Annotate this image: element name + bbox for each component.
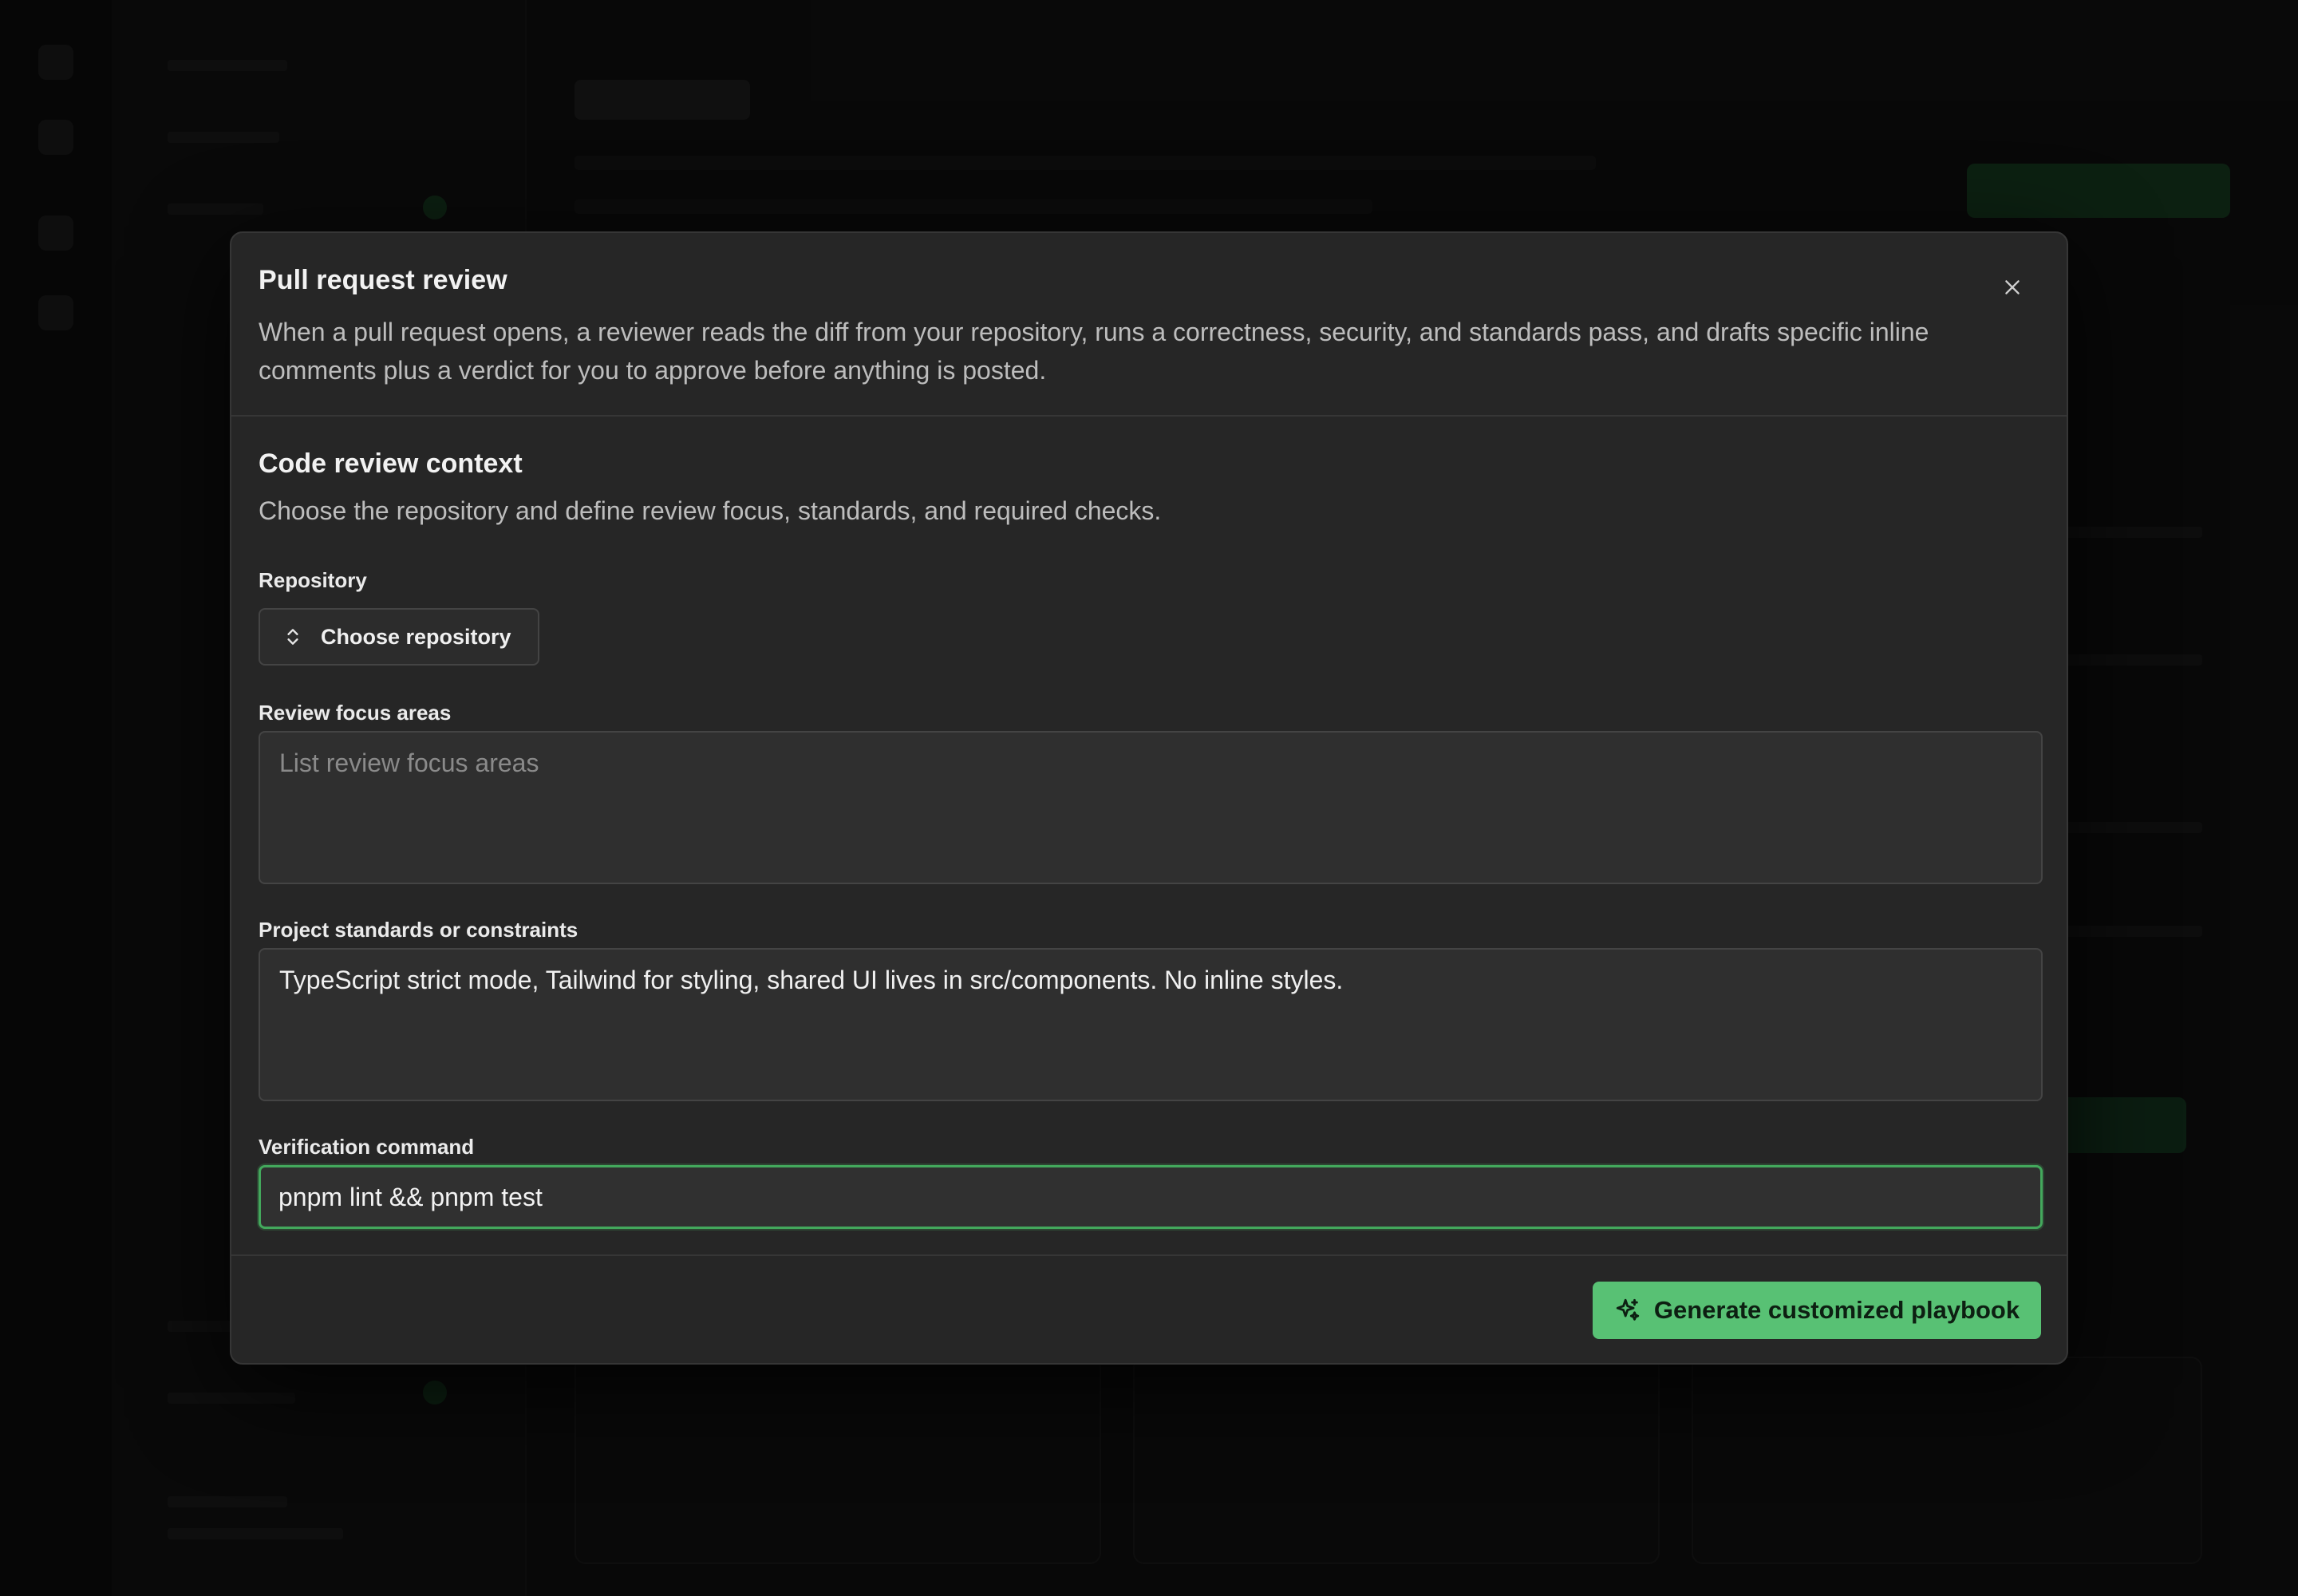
review-focus-label: Review focus areas [259,701,452,725]
section-description: Choose the repository and define review … [259,496,1162,525]
review-focus-textarea[interactable] [259,731,2043,884]
dialog-description: When a pull request opens, a reviewer re… [259,318,1929,385]
choose-repository-button[interactable]: Choose repository [259,608,539,666]
sparkles-icon [1616,1298,1640,1321]
project-standards-textarea[interactable] [259,948,2043,1101]
repository-label: Repository [259,568,367,592]
close-icon [2005,280,2020,294]
choose-repository-label: Choose repository [321,624,511,649]
dialog-footer: Generate customized playbook [231,1254,2067,1365]
verification-command-label: Verification command [259,1135,475,1159]
dialog-title: Pull request review [259,265,507,295]
verification-command-input[interactable] [259,1165,2043,1229]
project-standards-label: Project standards or constraints [259,918,578,942]
generate-playbook-label: Generate customized playbook [1653,1296,2020,1324]
pull-request-review-dialog: Pull request review When a pull request … [230,231,2068,1365]
generate-playbook-button[interactable]: Generate customized playbook [1593,1282,2041,1339]
section-title: Code review context [259,448,523,479]
close-button[interactable] [1990,265,2035,310]
chevron-up-down-icon [287,629,298,645]
dialog-header: Pull request review When a pull request … [231,233,2067,417]
